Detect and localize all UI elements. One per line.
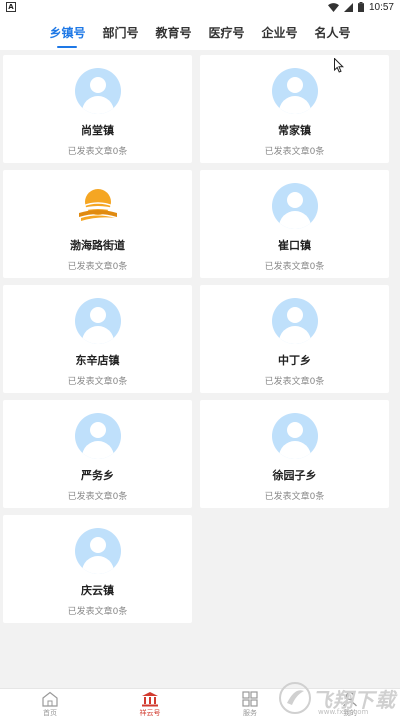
account-card[interactable]: 严务乡 已发表文章0条: [3, 400, 192, 508]
account-name: 徐园子乡: [272, 469, 317, 482]
article-count: 已发表文章0条: [264, 262, 325, 272]
status-left: A: [6, 2, 16, 12]
default-avatar-icon: [74, 528, 121, 574]
account-name: 常家镇: [278, 124, 311, 137]
account-card[interactable]: 中丁乡 已发表文章0条: [200, 285, 389, 393]
default-avatar-icon: [271, 183, 318, 229]
account-card[interactable]: 崔口镇 已发表文章0条: [200, 170, 389, 278]
signal-icon: [343, 2, 353, 12]
home-icon: [42, 691, 58, 707]
mouse-cursor-icon: [334, 58, 344, 73]
watermark-logo-icon: [279, 682, 311, 714]
status-time: 10:57: [368, 1, 394, 13]
tab-medical[interactable]: 医疗号: [209, 20, 245, 45]
account-name: 中丁乡: [278, 354, 311, 367]
account-card[interactable]: 渤海路街道 已发表文章0条: [3, 170, 192, 278]
account-card[interactable]: 徐园子乡 已发表文章0条: [200, 400, 389, 508]
article-count: 已发表文章0条: [264, 377, 325, 387]
tab-township[interactable]: 乡镇号: [49, 20, 85, 48]
wifi-icon: [327, 2, 339, 12]
account-name: 尚堂镇: [81, 124, 114, 137]
watermark-url: www.fxxz.com: [318, 708, 369, 716]
status-bar: A 10:57: [0, 0, 400, 14]
article-count: 已发表文章0条: [67, 147, 128, 157]
tab-department[interactable]: 部门号: [102, 20, 138, 45]
default-avatar-icon: [271, 298, 318, 344]
account-name: 庆云镇: [81, 584, 114, 597]
default-avatar-icon: [74, 298, 121, 344]
account-name: 严务乡: [81, 469, 114, 482]
category-tabs: 乡镇号 部门号 教育号 医疗号 企业号 名人号: [0, 14, 400, 50]
battery-icon: [357, 2, 364, 12]
article-count: 已发表文章0条: [67, 607, 128, 617]
grid-icon: [242, 691, 258, 707]
tab-enterprise[interactable]: 企业号: [262, 20, 298, 45]
default-avatar-icon: [74, 68, 121, 114]
account-name: 崔口镇: [278, 239, 311, 252]
account-card[interactable]: 尚堂镇 已发表文章0条: [3, 55, 192, 163]
watermark: 飞翔下载 www.fxxz.com: [278, 676, 396, 720]
account-grid: 尚堂镇 已发表文章0条 常家镇 已发表文章0条 渤海路街道 已发表文章0条 崔口…: [3, 55, 397, 623]
notification-icon: A: [6, 2, 16, 12]
article-count: 已发表文章0条: [67, 492, 128, 502]
account-card[interactable]: 庆云镇 已发表文章0条: [3, 515, 192, 623]
nav-home[interactable]: 首页: [10, 691, 90, 718]
building-icon: [142, 692, 158, 707]
tab-education[interactable]: 教育号: [155, 20, 191, 45]
sunrise-logo: [74, 183, 121, 229]
default-avatar-icon: [271, 68, 318, 114]
article-count: 已发表文章0条: [67, 377, 128, 387]
status-right: 10:57: [327, 1, 394, 13]
article-count: 已发表文章0条: [67, 262, 128, 272]
article-count: 已发表文章0条: [264, 492, 325, 502]
article-count: 已发表文章0条: [264, 147, 325, 157]
default-avatar-icon: [271, 413, 318, 459]
account-card[interactable]: 东辛店镇 已发表文章0条: [3, 285, 192, 393]
account-name: 渤海路街道: [70, 239, 125, 252]
account-card[interactable]: 常家镇 已发表文章0条: [200, 55, 389, 163]
nav-service-label: 服务: [243, 709, 257, 717]
tab-celebrity[interactable]: 名人号: [315, 20, 351, 45]
nav-xiangyun[interactable]: 祥云号: [110, 691, 190, 718]
default-avatar-icon: [74, 413, 121, 459]
nav-xiangyun-label: 祥云号: [139, 709, 161, 717]
account-name: 东辛店镇: [75, 354, 120, 367]
nav-home-label: 首页: [43, 709, 57, 717]
